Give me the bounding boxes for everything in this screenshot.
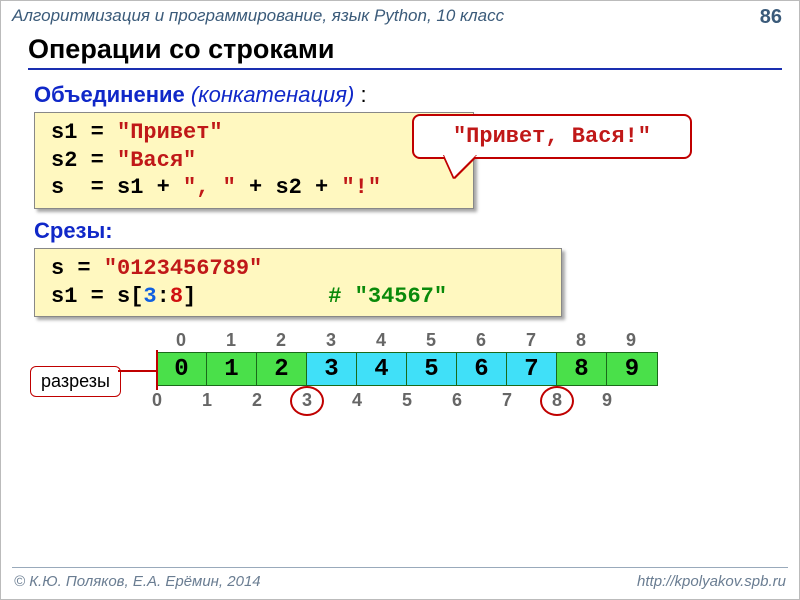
circle-marker-3: [290, 386, 324, 416]
concat-italic: (конкатенация): [191, 82, 354, 107]
code-index-start: 3: [143, 284, 156, 309]
code-index-end: 8: [170, 284, 183, 309]
string-cell: 2: [257, 353, 307, 385]
string-cell: 8: [557, 353, 607, 385]
indices-top: 0123456789: [156, 330, 656, 351]
idx: 9: [606, 330, 656, 351]
code-text: ]: [183, 284, 196, 309]
code-text: :: [157, 284, 170, 309]
code-text: + s2 +: [236, 175, 342, 200]
concat-bold: Объединение: [34, 82, 185, 107]
idx: 6: [456, 330, 506, 351]
code-text: s1 =: [51, 120, 117, 145]
idx: 8: [556, 330, 606, 351]
idx: 5: [382, 390, 432, 411]
idx: 0: [132, 390, 182, 411]
idx: 2: [232, 390, 282, 411]
idx: 6: [432, 390, 482, 411]
idx: 1: [182, 390, 232, 411]
idx: 4: [356, 330, 406, 351]
code-string: "Вася": [117, 148, 196, 173]
code-string: "Привет": [117, 120, 223, 145]
page-number: 86: [760, 6, 782, 29]
code-slices: s = "0123456789" s1 = s[3:8] # "34567": [34, 248, 562, 317]
idx: 9: [582, 390, 632, 411]
idx: 7: [506, 330, 556, 351]
idx: 4: [332, 390, 382, 411]
string-cell: 0: [157, 353, 207, 385]
code-text: s2 =: [51, 148, 117, 173]
code-text: s = s1 +: [51, 175, 183, 200]
string-cell: 3: [307, 353, 357, 385]
code-concat: s1 = "Привет" s2 = "Вася" s = s1 + ", " …: [34, 112, 474, 209]
code-string: ", ": [183, 175, 236, 200]
idx: 7: [482, 390, 532, 411]
string-cell: 1: [207, 353, 257, 385]
string-cells: 0123456789: [156, 352, 658, 386]
code-pad: [196, 284, 328, 309]
footer-copyright: © К.Ю. Поляков, Е.А. Ерёмин, 2014: [14, 573, 261, 590]
code-string: "0123456789": [104, 256, 262, 281]
section-slices-label: Срезы:: [34, 218, 113, 244]
result-callout: "Привет, Вася!": [412, 114, 692, 159]
code-string: "!": [341, 175, 381, 200]
footer-url: http://kpolyakov.spb.ru: [637, 573, 786, 590]
idx: 2: [256, 330, 306, 351]
cut-label: разрезы: [30, 366, 121, 397]
code-text: s =: [51, 256, 104, 281]
string-cell: 7: [507, 353, 557, 385]
string-cell: 4: [357, 353, 407, 385]
idx: 1: [206, 330, 256, 351]
string-cell: 5: [407, 353, 457, 385]
page-title: Операции со строками: [28, 34, 782, 70]
string-cell: 6: [457, 353, 507, 385]
course-title: Алгоритмизация и программирование, язык …: [12, 6, 788, 26]
cut-line-top: [118, 370, 156, 372]
idx: 0: [156, 330, 206, 351]
footer-rule: [12, 567, 788, 568]
code-text: s1 = s[: [51, 284, 143, 309]
idx: 3: [306, 330, 356, 351]
concat-colon: :: [354, 82, 366, 107]
code-comment: # "34567": [328, 284, 447, 309]
idx: 5: [406, 330, 456, 351]
circle-marker-8: [540, 386, 574, 416]
string-cell: 9: [607, 353, 657, 385]
section-concat-label: Объединение (конкатенация) :: [34, 82, 367, 108]
cut-line-v: [156, 350, 158, 390]
